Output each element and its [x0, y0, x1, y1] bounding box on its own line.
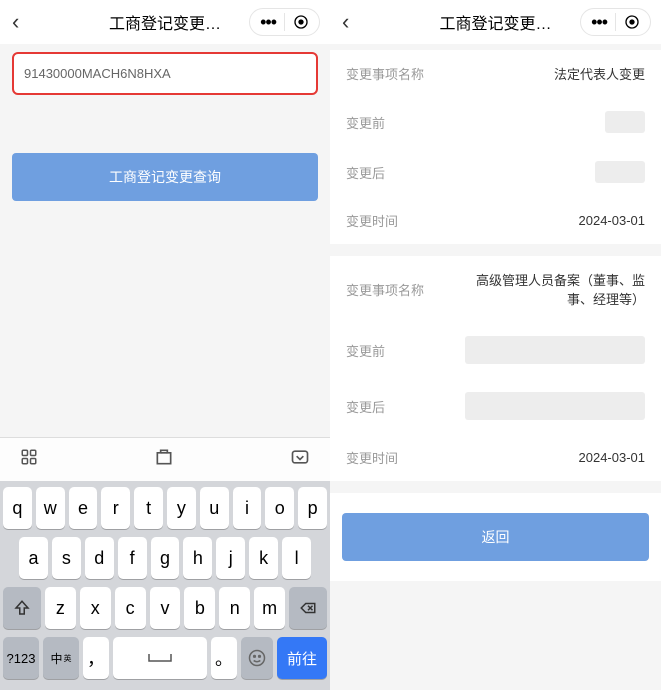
- redacted-value: [465, 392, 645, 420]
- key-numeric[interactable]: ?123: [3, 637, 39, 679]
- key-b[interactable]: b: [184, 587, 215, 629]
- value: 2024-03-01: [579, 213, 646, 228]
- row-before: 变更前: [330, 97, 661, 147]
- redacted-value: [595, 161, 645, 183]
- screen-query: ‹ 工商登记变更… ••• 工商登记变更查询 q w e r t: [0, 0, 330, 690]
- key-a[interactable]: a: [19, 537, 48, 579]
- key-u[interactable]: u: [200, 487, 229, 529]
- lang-main: 中: [50, 650, 62, 667]
- key-z[interactable]: z: [45, 587, 76, 629]
- label: 变更时间: [346, 211, 398, 230]
- lang-sub: 英: [64, 653, 72, 664]
- key-l[interactable]: l: [282, 537, 311, 579]
- change-block-2: 变更事项名称 高级管理人员备案（董事、监事、经理等） 变更前 变更后 变更时间 …: [330, 256, 661, 481]
- capsule-menu: •••: [249, 8, 320, 36]
- label: 变更事项名称: [346, 280, 424, 299]
- keyboard-toolbar: [0, 437, 330, 481]
- highlighted-input-wrap: [12, 52, 318, 95]
- back-icon[interactable]: ‹: [342, 9, 366, 35]
- key-backspace[interactable]: [289, 587, 327, 629]
- key-c[interactable]: c: [115, 587, 146, 629]
- grid-icon[interactable]: [20, 448, 38, 471]
- value: 2024-03-01: [579, 450, 646, 465]
- key-row-3: z x c v b n m: [3, 587, 327, 629]
- key-emoji[interactable]: [241, 637, 273, 679]
- row-before: 变更前: [330, 322, 661, 378]
- key-v[interactable]: v: [150, 587, 181, 629]
- capsule-menu: •••: [580, 8, 651, 36]
- header: ‹ 工商登记变更… •••: [0, 0, 330, 44]
- row-time: 变更时间 2024-03-01: [330, 434, 661, 481]
- label: 变更前: [346, 113, 385, 132]
- page-title: 工商登记变更…: [439, 10, 551, 34]
- return-button[interactable]: 返回: [342, 513, 649, 561]
- page-title: 工商登记变更…: [109, 10, 221, 34]
- key-h[interactable]: h: [183, 537, 212, 579]
- key-period[interactable]: 。: [211, 637, 237, 679]
- key-f[interactable]: f: [118, 537, 147, 579]
- close-app-icon[interactable]: [285, 14, 309, 30]
- more-icon[interactable]: •••: [591, 13, 616, 31]
- label: 变更前: [346, 341, 385, 360]
- value: 法定代表人变更: [554, 64, 645, 83]
- row-change-name: 变更事项名称 法定代表人变更: [330, 50, 661, 97]
- key-q[interactable]: q: [3, 487, 32, 529]
- collapse-keyboard-icon[interactable]: [290, 447, 310, 472]
- key-g[interactable]: g: [151, 537, 180, 579]
- change-block-1: 变更事项名称 法定代表人变更 变更前 变更后 变更时间 2024-03-01: [330, 50, 661, 244]
- row-change-name: 变更事项名称 高级管理人员备案（董事、监事、经理等）: [330, 256, 661, 322]
- redacted-value: [605, 111, 645, 133]
- key-shift[interactable]: [3, 587, 41, 629]
- key-k[interactable]: k: [249, 537, 278, 579]
- close-app-icon[interactable]: [616, 14, 640, 30]
- back-icon[interactable]: ‹: [12, 9, 36, 35]
- soft-keyboard: q w e r t y u i o p a s d f g h j k l z: [0, 481, 330, 690]
- key-w[interactable]: w: [36, 487, 65, 529]
- more-icon[interactable]: •••: [260, 13, 285, 31]
- key-row-2: a s d f g h j k l: [3, 537, 327, 579]
- spacer: [0, 201, 330, 437]
- key-p[interactable]: p: [298, 487, 327, 529]
- key-row-1: q w e r t y u i o p: [3, 487, 327, 529]
- key-go[interactable]: 前往: [277, 637, 327, 679]
- key-j[interactable]: j: [216, 537, 245, 579]
- key-e[interactable]: e: [69, 487, 98, 529]
- row-time: 变更时间 2024-03-01: [330, 197, 661, 244]
- key-y[interactable]: y: [167, 487, 196, 529]
- key-language[interactable]: 中英: [43, 637, 79, 679]
- key-m[interactable]: m: [254, 587, 285, 629]
- header: ‹ 工商登记变更… •••: [330, 0, 661, 44]
- key-row-4: ?123 中英 ， 。 前往: [3, 637, 327, 679]
- row-after: 变更后: [330, 147, 661, 197]
- label: 变更后: [346, 397, 385, 416]
- key-i[interactable]: i: [233, 487, 262, 529]
- query-button[interactable]: 工商登记变更查询: [12, 153, 318, 201]
- clipboard-icon[interactable]: [154, 447, 174, 472]
- row-after: 变更后: [330, 378, 661, 434]
- label: 变更后: [346, 163, 385, 182]
- return-wrap: 返回: [330, 493, 661, 581]
- key-x[interactable]: x: [80, 587, 111, 629]
- key-space[interactable]: [113, 637, 207, 679]
- value: 高级管理人员备案（董事、监事、经理等）: [465, 270, 645, 308]
- redacted-value: [465, 336, 645, 364]
- key-r[interactable]: r: [101, 487, 130, 529]
- key-s[interactable]: s: [52, 537, 81, 579]
- screen-results: ‹ 工商登记变更… ••• 变更事项名称 法定代表人变更 变更前 变更后 变更时…: [330, 0, 661, 690]
- label: 变更事项名称: [346, 64, 424, 83]
- key-o[interactable]: o: [265, 487, 294, 529]
- key-comma[interactable]: ，: [83, 637, 109, 679]
- key-n[interactable]: n: [219, 587, 250, 629]
- credit-code-input[interactable]: [14, 54, 316, 93]
- label: 变更时间: [346, 448, 398, 467]
- key-d[interactable]: d: [85, 537, 114, 579]
- key-t[interactable]: t: [134, 487, 163, 529]
